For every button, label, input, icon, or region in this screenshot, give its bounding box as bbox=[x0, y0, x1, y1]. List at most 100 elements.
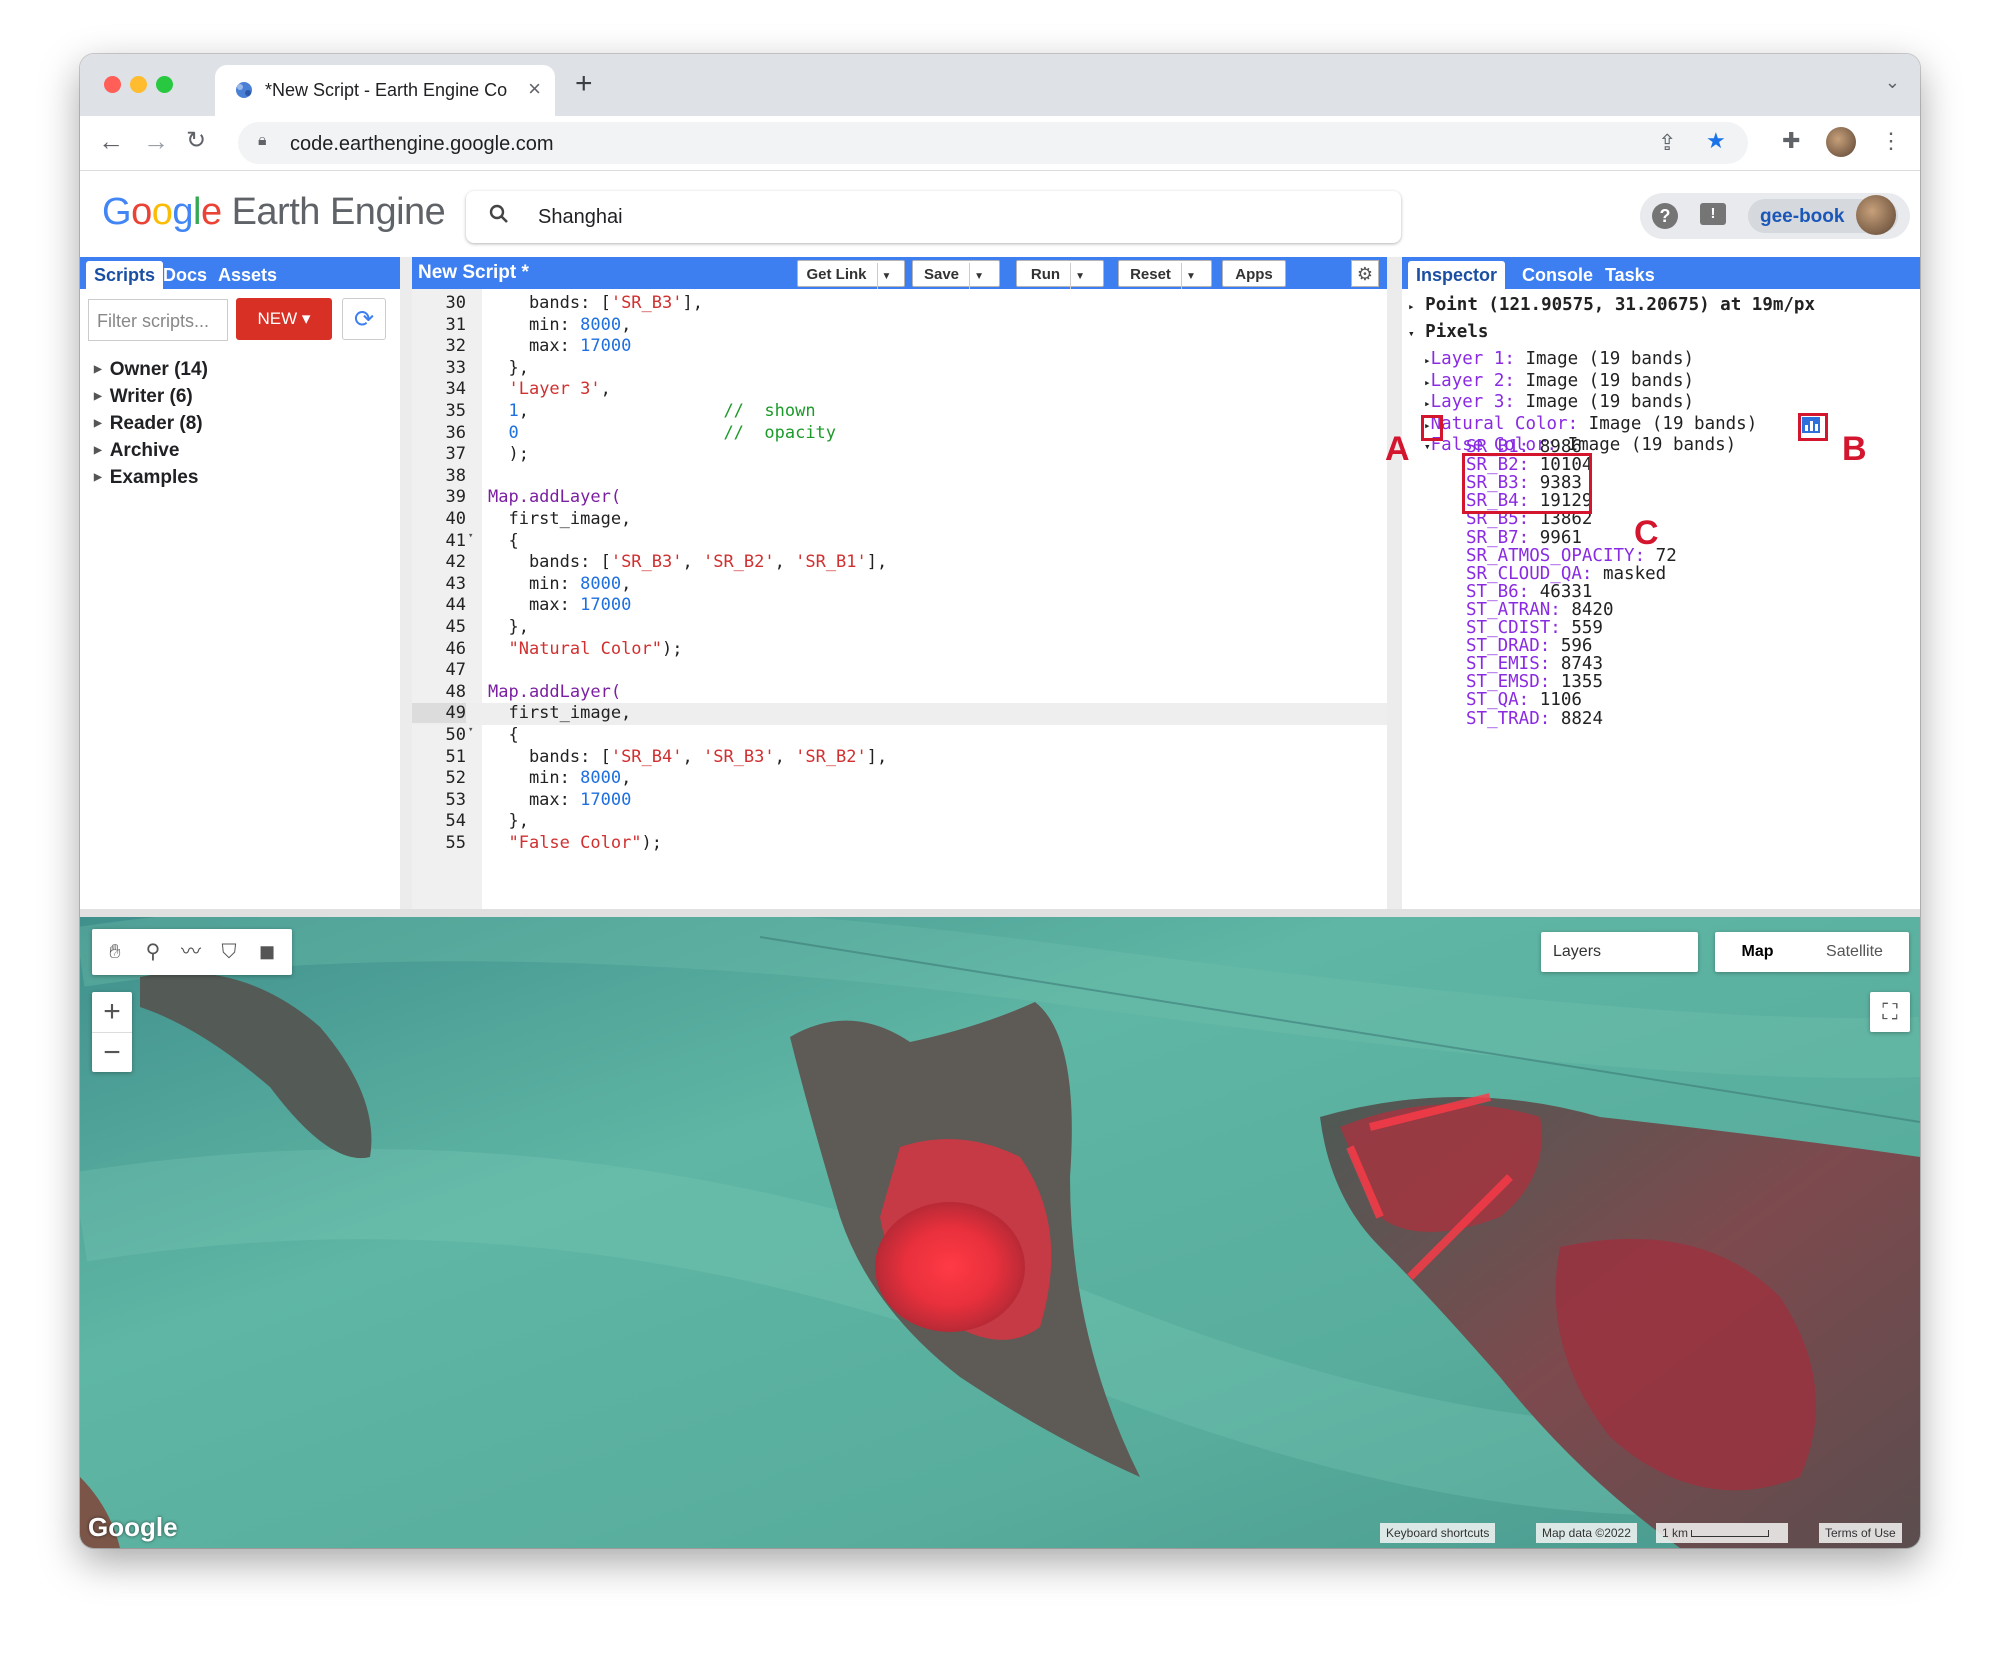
chart-icon[interactable] bbox=[1802, 417, 1820, 433]
tree-item-reader[interactable]: ▶ Reader (8) bbox=[94, 413, 203, 435]
tree-item-owner[interactable]: ▶ Owner (14) bbox=[94, 359, 208, 381]
code-line[interactable]: 34 'Layer 3', bbox=[412, 379, 1387, 401]
filter-scripts-input[interactable]: Filter scripts... bbox=[88, 299, 228, 341]
dropdown-arrow-icon[interactable]: ▼ bbox=[1180, 263, 1200, 290]
code-line[interactable]: 55 "False Color"); bbox=[412, 833, 1387, 855]
inspector-layer-row[interactable]: ▸Layer 3: Image (19 bands) bbox=[1424, 392, 1694, 412]
code-line[interactable]: 43 min: 8000, bbox=[412, 574, 1387, 596]
code-line[interactable]: 32 max: 17000 bbox=[412, 336, 1387, 358]
user-menu-button[interactable]: gee-book bbox=[1748, 195, 1898, 235]
code-line[interactable]: 41 ▾ { bbox=[412, 531, 1387, 553]
tab-close-icon[interactable]: × bbox=[528, 76, 541, 102]
map-view[interactable]: ✋︎ ⚲ 〰 ⛉ ◼︎ + − Layers Map Satellite ⛶ G… bbox=[80, 917, 1920, 1548]
tree-item-writer[interactable]: ▶ Writer (6) bbox=[94, 386, 193, 408]
map-type-map-button[interactable]: Map bbox=[1715, 932, 1800, 972]
places-search-input[interactable]: Shanghai bbox=[466, 191, 1401, 243]
code-line[interactable]: 53 max: 17000 bbox=[412, 790, 1387, 812]
browser-tab[interactable]: *New Script - Earth Engine Co × bbox=[215, 65, 555, 116]
code-line[interactable]: 38 bbox=[412, 466, 1387, 488]
tab-docs[interactable]: Docs bbox=[155, 261, 215, 289]
tab-tasks[interactable]: Tasks bbox=[1597, 261, 1663, 289]
inspector-layer-row[interactable]: ▸Natural Color: Image (19 bands) bbox=[1424, 414, 1757, 434]
profile-avatar[interactable] bbox=[1826, 127, 1856, 157]
zoom-in-button[interactable]: + bbox=[92, 992, 132, 1032]
code-line[interactable]: 33 }, bbox=[412, 358, 1387, 380]
tab-search-chevron-icon[interactable]: ⌄ bbox=[1885, 72, 1900, 93]
code-line[interactable]: 44 max: 17000 bbox=[412, 595, 1387, 617]
pan-hand-icon[interactable]: ✋︎ bbox=[100, 937, 130, 967]
code-line[interactable]: 49 first_image, bbox=[412, 703, 1387, 725]
layers-button[interactable]: Layers bbox=[1541, 932, 1698, 972]
extensions-icon[interactable]: ✚ bbox=[1782, 128, 1800, 154]
tab-scripts[interactable]: Scripts bbox=[86, 261, 164, 289]
code-line[interactable]: 39 Map.addLayer( bbox=[412, 487, 1387, 509]
tab-inspector[interactable]: Inspector bbox=[1408, 261, 1506, 289]
fold-caret-icon[interactable]: ▾ bbox=[468, 531, 473, 541]
fold-caret-icon[interactable]: ▾ bbox=[468, 725, 473, 735]
collapsed-caret-icon[interactable]: ▸ bbox=[1424, 354, 1431, 367]
collapsed-caret-icon[interactable]: ▸ bbox=[1424, 397, 1431, 410]
code-editor[interactable]: 30 bands: ['SR_B3'], 31 min: 8000, 32 max:… bbox=[412, 289, 1387, 909]
new-tab-button[interactable]: + bbox=[575, 67, 593, 101]
code-line[interactable]: 37 ); bbox=[412, 444, 1387, 466]
tab-assets[interactable]: Assets bbox=[210, 261, 285, 289]
browser-menu-icon[interactable]: ⋮ bbox=[1880, 128, 1902, 154]
code-line[interactable]: 47 bbox=[412, 660, 1387, 682]
maximize-window-button[interactable] bbox=[156, 76, 173, 93]
keyboard-shortcuts-link[interactable]: Keyboard shortcuts bbox=[1380, 1523, 1496, 1543]
code-line[interactable]: 45 }, bbox=[412, 617, 1387, 639]
code-line[interactable]: 40 first_image, bbox=[412, 509, 1387, 531]
reload-icon[interactable]: ↻ bbox=[186, 126, 206, 155]
terms-of-use-link[interactable]: Terms of Use bbox=[1819, 1523, 1902, 1543]
code-line[interactable]: 31 min: 8000, bbox=[412, 315, 1387, 337]
minimize-window-button[interactable] bbox=[130, 76, 147, 93]
zoom-out-button[interactable]: − bbox=[92, 1032, 132, 1073]
scale-bar[interactable]: 1 km bbox=[1656, 1523, 1788, 1543]
earth-engine-logo[interactable]: Google Earth Engine bbox=[102, 191, 446, 234]
tab-console[interactable]: Console bbox=[1514, 261, 1601, 289]
inspector-layer-row[interactable]: ▸Layer 1: Image (19 bands) bbox=[1424, 349, 1694, 369]
draw-rectangle-icon[interactable]: ◼︎ bbox=[252, 937, 282, 967]
code-line[interactable]: 48 Map.addLayer( bbox=[412, 682, 1387, 704]
pixels-row[interactable]: ▾ Pixels bbox=[1408, 322, 1488, 342]
reset-button[interactable]: Reset ▼ bbox=[1118, 260, 1212, 290]
dropdown-arrow-icon[interactable]: ▼ bbox=[1070, 263, 1089, 290]
get-link-button[interactable]: Get Link ▼ bbox=[797, 260, 905, 290]
share-icon[interactable]: ⇪ bbox=[1658, 130, 1676, 156]
run-button[interactable]: Run ▼ bbox=[1016, 260, 1104, 290]
tree-item-archive[interactable]: ▶ Archive bbox=[94, 440, 179, 462]
fullscreen-icon[interactable]: ⛶ bbox=[1870, 992, 1910, 1032]
tree-item-examples[interactable]: ▶ Examples bbox=[94, 467, 198, 489]
dropdown-arrow-icon[interactable]: ▼ bbox=[969, 263, 988, 290]
close-window-button[interactable] bbox=[104, 76, 121, 93]
bookmark-star-icon[interactable]: ★ bbox=[1706, 128, 1726, 154]
collapsed-caret-icon[interactable]: ▸ bbox=[1424, 376, 1431, 389]
code-line[interactable]: 36 0 // opacity bbox=[412, 423, 1387, 445]
refresh-icon[interactable]: ⟳ bbox=[342, 298, 386, 340]
save-button[interactable]: Save ▼ bbox=[912, 260, 1000, 290]
address-bar[interactable]: 🔒︎ code.earthengine.google.com ⇪ ★ bbox=[238, 122, 1748, 164]
point-row[interactable]: ▸ Point (121.90575, 31.20675) at 19m/px bbox=[1408, 295, 1815, 315]
back-icon[interactable]: ← bbox=[98, 126, 124, 157]
expanded-caret-icon[interactable]: ▾ bbox=[1424, 440, 1431, 453]
map-type-satellite-button[interactable]: Satellite bbox=[1800, 932, 1909, 972]
code-line[interactable]: 30 bands: ['SR_B3'], bbox=[412, 293, 1387, 315]
code-line[interactable]: 42 bands: ['SR_B3', 'SR_B2', 'SR_B1'], bbox=[412, 552, 1387, 574]
code-line[interactable]: 51 bands: ['SR_B4', 'SR_B3', 'SR_B2'], bbox=[412, 747, 1387, 769]
settings-gear-icon[interactable]: ⚙ bbox=[1351, 260, 1379, 287]
left-splitter[interactable] bbox=[400, 257, 412, 909]
draw-line-icon[interactable]: 〰 bbox=[176, 937, 206, 967]
new-script-button[interactable]: NEW ▾ bbox=[236, 298, 332, 340]
feedback-icon[interactable]: ! bbox=[1700, 203, 1726, 225]
draw-shape-icon[interactable]: ⛉ bbox=[214, 937, 244, 967]
dropdown-arrow-icon[interactable]: ▼ bbox=[876, 263, 896, 290]
right-splitter[interactable] bbox=[1387, 257, 1402, 909]
code-line[interactable]: 52 min: 8000, bbox=[412, 768, 1387, 790]
apps-button[interactable]: Apps bbox=[1222, 260, 1286, 287]
inspector-layer-row[interactable]: ▸Layer 2: Image (19 bands) bbox=[1424, 371, 1694, 391]
code-line[interactable]: 50 ▾ { bbox=[412, 725, 1387, 747]
code-line[interactable]: 35 1, // shown bbox=[412, 401, 1387, 423]
help-icon[interactable]: ? bbox=[1652, 203, 1678, 229]
forward-icon[interactable]: → bbox=[143, 126, 169, 157]
code-line[interactable]: 46 "Natural Color"); bbox=[412, 639, 1387, 661]
